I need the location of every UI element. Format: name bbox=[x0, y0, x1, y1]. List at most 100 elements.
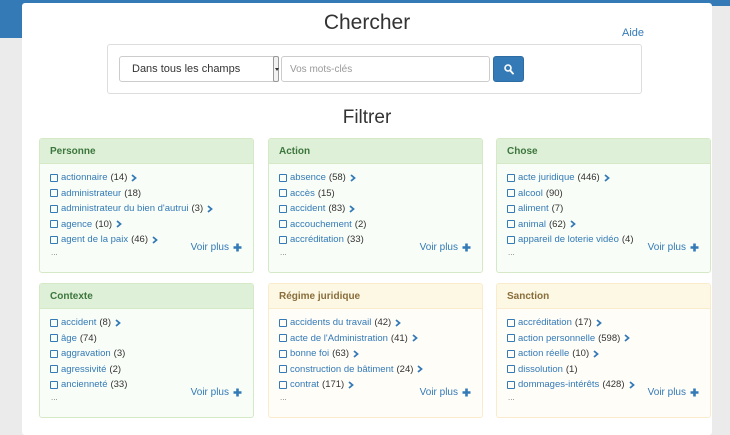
chevron-right-icon[interactable] bbox=[417, 365, 424, 373]
facet-checkbox[interactable] bbox=[279, 189, 287, 198]
facet-checkbox[interactable] bbox=[279, 173, 287, 182]
chevron-right-icon[interactable] bbox=[207, 205, 214, 213]
facet-item-label[interactable]: dissolution bbox=[518, 364, 563, 375]
chevron-right-icon[interactable] bbox=[152, 236, 158, 244]
see-more-link[interactable]: Voir plus bbox=[191, 242, 242, 253]
facet-item-label[interactable]: aggravation bbox=[61, 348, 111, 359]
keywords-input[interactable] bbox=[281, 56, 490, 82]
facet-checkbox[interactable] bbox=[50, 365, 58, 374]
search-scope-select[interactable]: Dans tous les champs bbox=[119, 56, 279, 82]
facet-checkbox[interactable] bbox=[507, 380, 515, 389]
facet-item-label[interactable]: aliment bbox=[518, 203, 549, 214]
facet-checkbox[interactable] bbox=[50, 220, 58, 229]
chevron-right-icon[interactable] bbox=[350, 174, 356, 182]
facet-item-label[interactable]: accréditation bbox=[518, 317, 572, 328]
facet-item-label[interactable]: accident bbox=[61, 317, 96, 328]
facet-item-label[interactable]: actionnaire bbox=[61, 172, 107, 183]
facet-checkbox[interactable] bbox=[507, 173, 515, 182]
chevron-right-icon[interactable] bbox=[395, 319, 402, 327]
facet-checkbox[interactable] bbox=[507, 235, 515, 244]
facet-checkbox[interactable] bbox=[507, 318, 515, 327]
facet-item: aliment (7) bbox=[507, 201, 710, 217]
facet-item-label[interactable]: accès bbox=[290, 188, 315, 199]
facet-item-label[interactable]: action réelle bbox=[518, 348, 569, 359]
chevron-right-icon[interactable] bbox=[353, 350, 359, 358]
facet-item: accès (15) bbox=[279, 186, 482, 202]
chevron-right-icon[interactable] bbox=[593, 350, 600, 358]
facet-checkbox[interactable] bbox=[279, 318, 287, 327]
chevron-right-icon[interactable] bbox=[131, 174, 138, 182]
facet-checkbox[interactable] bbox=[279, 349, 287, 358]
facet-item-label[interactable]: action personnelle bbox=[518, 333, 595, 344]
chevron-right-icon[interactable] bbox=[115, 319, 121, 327]
chevron-right-icon[interactable] bbox=[596, 319, 602, 327]
facet-checkbox[interactable] bbox=[279, 380, 287, 389]
see-more-link[interactable]: Voir plus bbox=[648, 242, 699, 253]
see-more-label: Voir plus bbox=[419, 387, 458, 398]
facet-item-label[interactable]: appareil de loterie vidéo bbox=[518, 234, 619, 245]
chevron-right-icon[interactable] bbox=[349, 205, 356, 213]
facet-item-label[interactable]: contrat bbox=[290, 379, 319, 390]
chevron-right-icon[interactable] bbox=[116, 220, 122, 228]
facet-item-label[interactable]: bonne foi bbox=[290, 348, 329, 359]
facet-panel-contexte: Contexte accident (8) âge (74) aggravation (3)… bbox=[39, 283, 254, 418]
facet-item-label[interactable]: agent de la paix bbox=[61, 234, 128, 245]
facet-checkbox[interactable] bbox=[50, 189, 58, 198]
facet-checkbox[interactable] bbox=[507, 204, 515, 213]
facet-item-label[interactable]: ancienneté bbox=[61, 379, 107, 390]
facet-item-label[interactable]: alcool bbox=[518, 188, 543, 199]
facet-item-label[interactable]: accident bbox=[290, 203, 325, 214]
facet-checkbox[interactable] bbox=[279, 235, 287, 244]
facet-checkbox[interactable] bbox=[507, 334, 515, 343]
facet-item-label[interactable]: agressivité bbox=[61, 364, 106, 375]
facet-item-label[interactable]: animal bbox=[518, 219, 546, 230]
see-more-link[interactable]: Voir plus bbox=[648, 387, 699, 398]
facet-item-count: (10) bbox=[95, 218, 113, 230]
facet-item-label[interactable]: agence bbox=[61, 219, 92, 230]
facet-item-count: (2) bbox=[109, 363, 122, 375]
facet-item-label[interactable]: acte de l'Administration bbox=[290, 333, 388, 344]
facet-checkbox[interactable] bbox=[50, 380, 58, 389]
chevron-right-icon[interactable] bbox=[624, 334, 631, 342]
chevron-right-icon[interactable] bbox=[348, 381, 355, 389]
facet-checkbox[interactable] bbox=[507, 220, 515, 229]
chevron-right-icon[interactable] bbox=[604, 174, 610, 182]
chevron-right-icon[interactable] bbox=[628, 381, 635, 389]
facet-item-label[interactable]: acte juridique bbox=[518, 172, 575, 183]
see-more-link[interactable]: Voir plus bbox=[191, 387, 242, 398]
facet-item-label[interactable]: administrateur bbox=[61, 188, 121, 199]
facet-item-label[interactable]: construction de bâtiment bbox=[290, 364, 394, 375]
facet-checkbox[interactable] bbox=[507, 349, 515, 358]
facet-checkbox[interactable] bbox=[50, 349, 58, 358]
facet-item-count: (74) bbox=[79, 332, 97, 344]
dropdown-arrow-icon[interactable] bbox=[273, 56, 279, 82]
facet-checkbox[interactable] bbox=[50, 204, 58, 213]
chevron-right-icon[interactable] bbox=[412, 334, 418, 342]
see-more-link[interactable]: Voir plus bbox=[420, 387, 471, 398]
facet-checkbox[interactable] bbox=[507, 189, 515, 198]
facet-checkbox[interactable] bbox=[50, 173, 58, 182]
facet-checkbox[interactable] bbox=[279, 365, 287, 374]
facet-checkbox[interactable] bbox=[50, 318, 58, 327]
chevron-right-icon[interactable] bbox=[570, 220, 576, 228]
facet-checkbox[interactable] bbox=[50, 235, 58, 244]
search-button[interactable] bbox=[493, 56, 524, 82]
facet-checkbox[interactable] bbox=[279, 204, 287, 213]
facet-checkbox[interactable] bbox=[279, 220, 287, 229]
facet-item-label[interactable]: âge bbox=[61, 333, 77, 344]
facet-item: accident (83) bbox=[279, 201, 482, 217]
search-icon bbox=[504, 64, 514, 75]
facet-panel-regime-juridique: Régime juridique accidents du travail (42)… bbox=[268, 283, 483, 418]
facet-checkbox[interactable] bbox=[279, 334, 287, 343]
facet-item-label[interactable]: accouchement bbox=[290, 219, 352, 230]
facet-item-label[interactable]: accidents du travail bbox=[290, 317, 371, 328]
facet-item-count: (4) bbox=[621, 234, 634, 246]
facet-item-label[interactable]: accréditation bbox=[290, 234, 344, 245]
see-more-link[interactable]: Voir plus bbox=[420, 242, 471, 253]
facet-item-label[interactable]: administrateur du bien d'autrui bbox=[61, 203, 189, 214]
help-link[interactable]: Aide bbox=[622, 27, 644, 39]
facet-item-label[interactable]: dommages-intérêts bbox=[518, 379, 599, 390]
facet-checkbox[interactable] bbox=[50, 334, 58, 343]
facet-checkbox[interactable] bbox=[507, 365, 515, 374]
facet-item-label[interactable]: absence bbox=[290, 172, 326, 183]
